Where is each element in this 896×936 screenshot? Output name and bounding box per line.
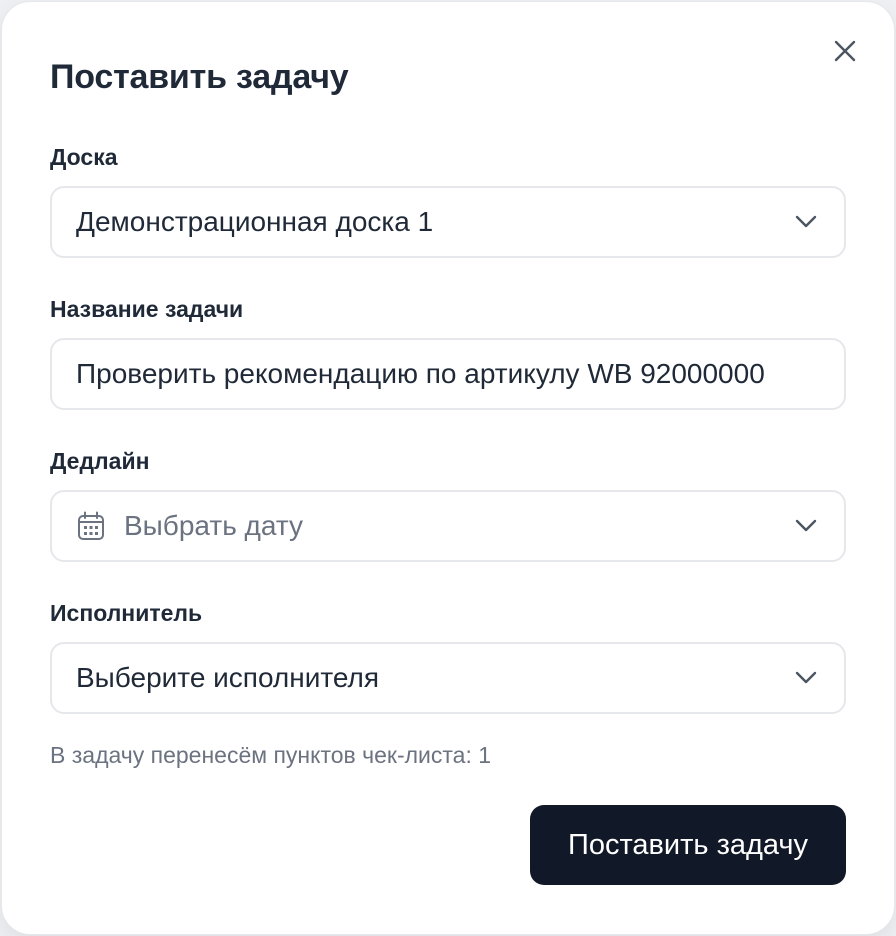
create-task-modal: Поставить задачу Доска Демонстрационная … — [2, 2, 894, 934]
close-icon — [833, 39, 857, 68]
modal-title: Поставить задачу — [50, 58, 349, 96]
task-name-input[interactable]: Проверить рекомендацию по артикулу WB 92… — [50, 338, 846, 410]
assignee-placeholder: Выберите исполнителя — [76, 662, 380, 693]
calendar-icon — [76, 511, 106, 541]
deadline-picker[interactable]: Выбрать дату — [50, 490, 846, 562]
submit-task-button[interactable]: Поставить задачу — [530, 805, 846, 885]
board-select-value: Демонстрационная доска 1 — [76, 206, 434, 237]
deadline-placeholder: Выбрать дату — [124, 510, 303, 541]
task-name-label: Название задачи — [50, 296, 244, 322]
board-select[interactable]: Демонстрационная доска 1 — [50, 186, 846, 258]
board-label: Доска — [50, 144, 118, 170]
chevron-down-icon — [792, 512, 820, 540]
assignee-label: Исполнитель — [50, 600, 203, 626]
task-name-value: Проверить рекомендацию по артикулу WB 92… — [76, 358, 765, 389]
deadline-label: Дедлайн — [50, 448, 150, 474]
chevron-down-icon — [792, 208, 820, 236]
chevron-down-icon — [792, 664, 820, 692]
close-button[interactable] — [828, 36, 862, 70]
assignee-select[interactable]: Выберите исполнителя — [50, 642, 846, 714]
checklist-hint: В задачу перенесём пунктов чек-листа: 1 — [50, 742, 492, 768]
